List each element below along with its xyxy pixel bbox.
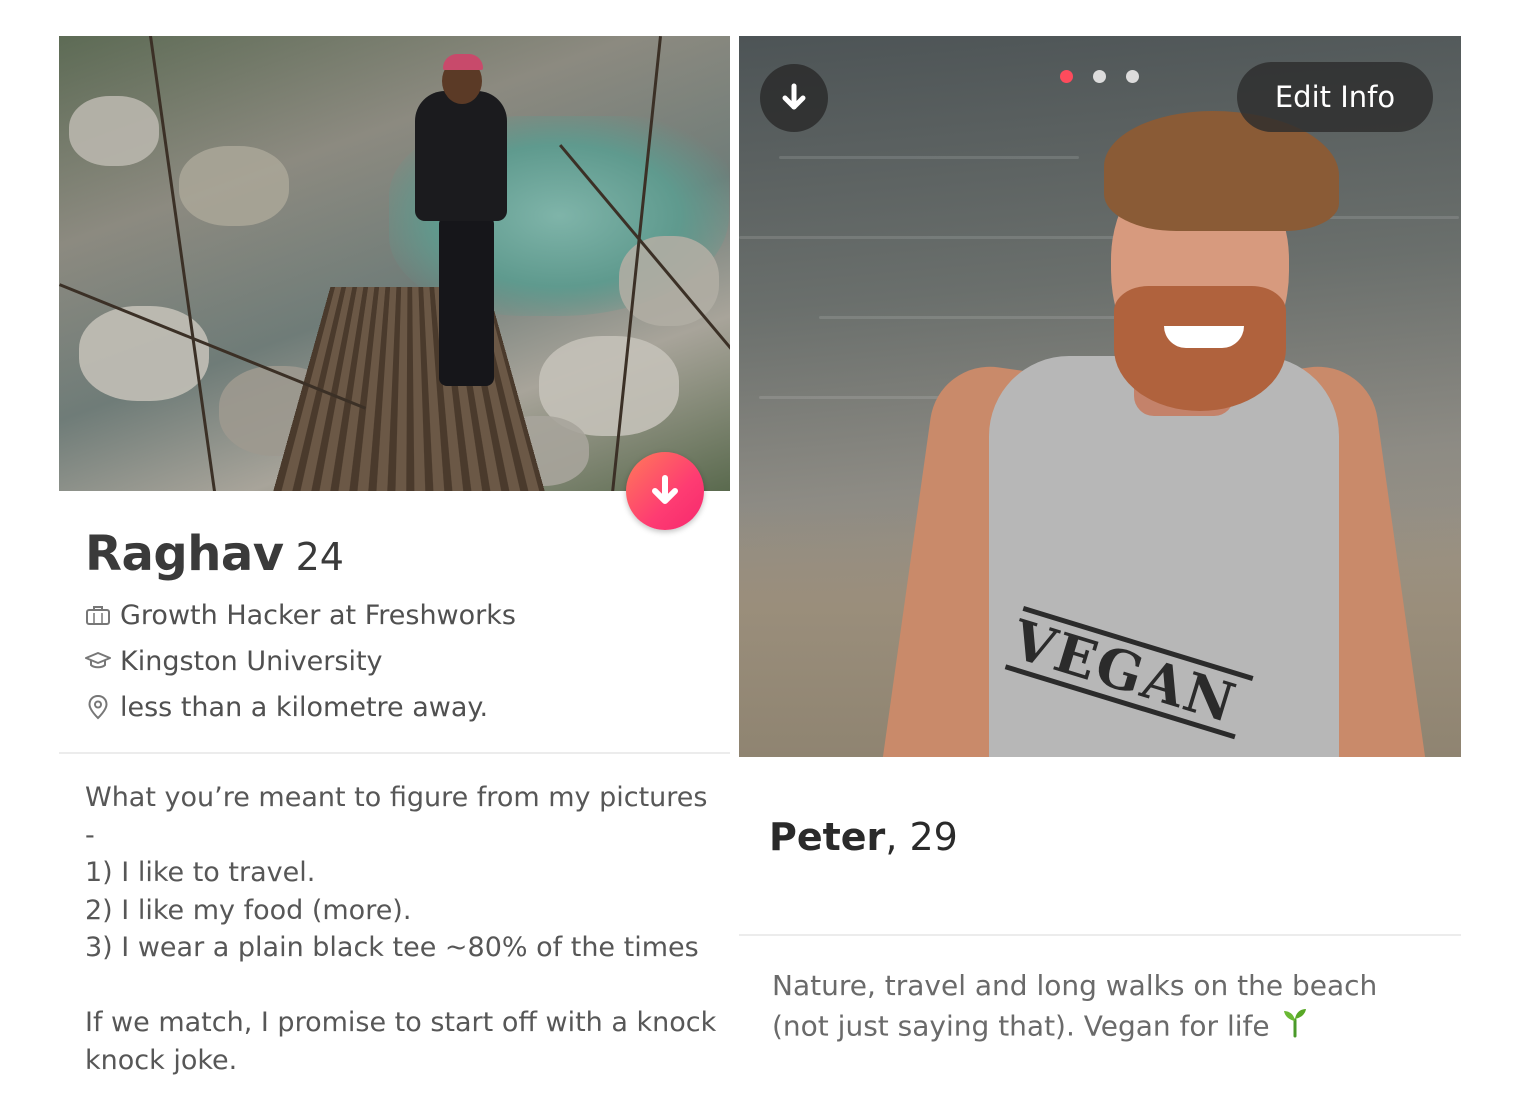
photo-indicator [1060,70,1139,83]
photo-dot[interactable] [1093,70,1106,83]
photo-wave [739,236,1159,239]
bio-line: 1) I like to travel. [85,857,316,888]
right-bio: Nature, travel and long walks on the bea… [772,966,1412,1049]
bio-line: knock joke. [85,1044,238,1076]
bio-line [85,967,725,1005]
photo-rope [149,36,218,491]
bio-line: 2) I like my food (more). [85,894,412,926]
photo-dot[interactable] [1126,70,1139,83]
right-divider [739,934,1461,936]
photo-wave [779,156,1079,159]
distance-text: less than a kilometre away. [120,691,489,723]
graduation-cap-icon [85,648,111,674]
photo-rock [179,146,289,226]
left-profile-photo[interactable] [59,36,730,491]
arrow-down-icon [782,83,806,110]
left-name-row: Raghav 24 [85,526,344,586]
right-profile-photo[interactable]: VEGAN [739,36,1461,757]
photo-wave [819,316,1159,319]
bio-line: 3) I wear a plain black tee ~80% of the … [85,932,699,963]
job-text: Growth Hacker at Freshworks [120,599,516,631]
profile-age: 24 [295,535,344,579]
profile-name: Raghav [85,526,284,582]
briefcase-icon [85,602,111,628]
photo-person-body [415,91,507,221]
bio-line: Nature, travel and long walks on the bea… [772,969,1378,1002]
right-name-row: Peter, 29 [769,815,958,859]
photo-smile [1164,326,1244,348]
photo-beard [1114,286,1286,411]
bio-line: If we match, I promise to start off with… [85,1007,717,1038]
left-bio: What you’re meant to figure from my pict… [85,779,725,1079]
bio-line: - [85,819,95,851]
seedling-icon [1282,1006,1308,1049]
bio-line: (not just saying that). Vegan for life [772,1009,1270,1043]
profile-age: 29 [909,815,958,859]
right-expand-button[interactable] [760,64,828,132]
photo-rock [69,96,159,166]
school-text: Kingston University [120,645,383,677]
profile-name: Peter [769,815,886,859]
school-row: Kingston University [85,644,383,678]
edit-info-button[interactable]: Edit Info [1237,62,1433,132]
bio-line: What you’re meant to figure from my pict… [85,782,708,813]
photo-person-cap [443,54,483,70]
left-divider [59,752,730,754]
bio-line-with-emoji: (not just saying that). Vegan for life [772,1006,1412,1049]
photo-person-legs [439,216,494,386]
job-row: Growth Hacker at Freshworks [85,598,516,632]
arrow-down-icon [652,475,678,504]
left-profile-card: Raghav 24 Growth Hacker at Freshworks Ki… [59,36,730,1096]
left-expand-button[interactable] [626,452,704,530]
distance-row: less than a kilometre away. [85,690,488,724]
photo-dot-active[interactable] [1060,70,1073,83]
name-separator: , [885,815,898,859]
location-pin-icon [85,694,111,720]
